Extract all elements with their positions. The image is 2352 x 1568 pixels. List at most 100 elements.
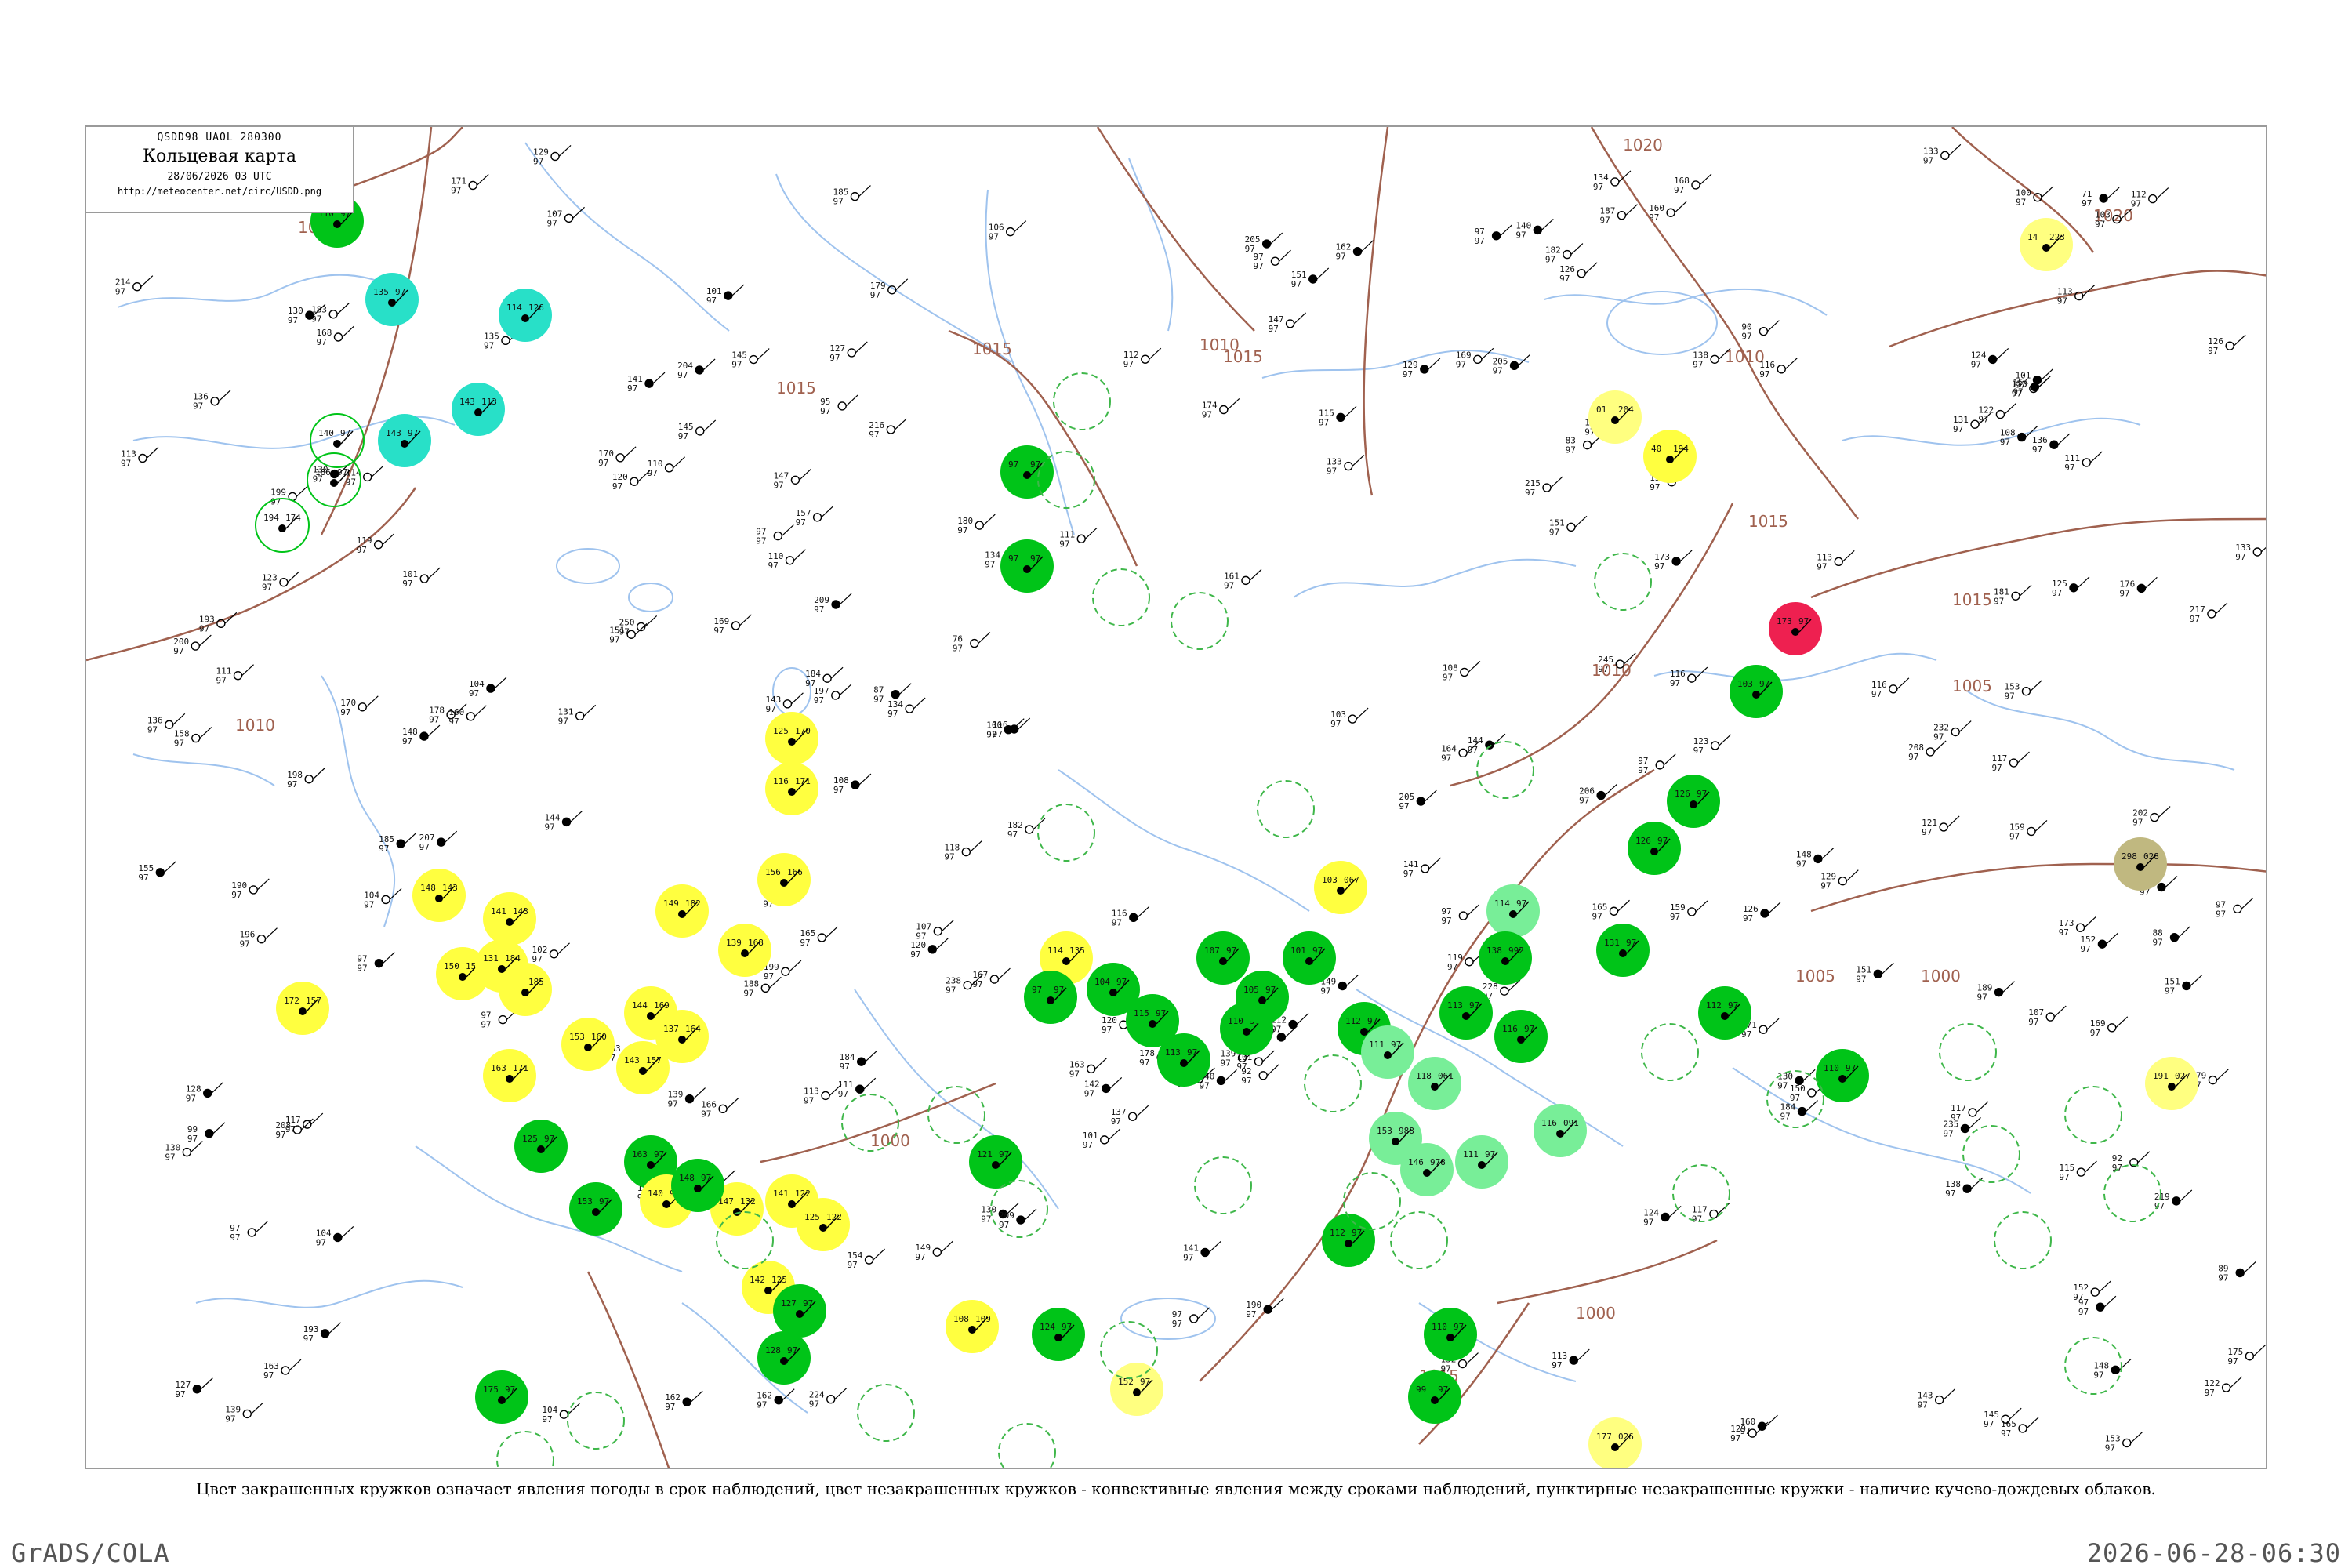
cloud-cover-symbol [615, 453, 625, 463]
station-pressure: 97 [1643, 1217, 1653, 1227]
station-observation: 15197 [2165, 975, 2203, 996]
cloud-cover-symbol [851, 780, 860, 789]
station-pressure: 97 [1790, 1093, 1800, 1103]
cloud-cover-symbol [2233, 904, 2242, 914]
cumulonimbus-ring [998, 1423, 1056, 1468]
station-observation: 11597 [1319, 405, 1357, 427]
station-temperature: 186 [315, 467, 331, 477]
station-temperature: 111 [1369, 1040, 1385, 1050]
cloud-cover-symbol [2009, 758, 2019, 768]
station-temperature: 153 [569, 1032, 585, 1042]
station-pressure: 97 [532, 954, 543, 964]
station-observation: 19097 [1246, 1298, 1284, 1319]
station-observation: 15397 [2004, 680, 2042, 702]
station-temperature: 113 [1447, 1000, 1463, 1011]
station-observation: 12997 [533, 145, 572, 166]
station-observation: 19697 [239, 927, 278, 949]
cloud-cover-symbol [2208, 1075, 2218, 1085]
cloud-cover-symbol [1509, 361, 1519, 371]
station-observation: 18097 [957, 514, 996, 535]
cloud-cover-symbol [1261, 239, 1272, 249]
station-pressure: 97 [2153, 938, 2163, 948]
station-pressure: 97 [848, 1260, 858, 1270]
cloud-cover-symbol [304, 775, 314, 784]
cloud-cover-symbol [2027, 826, 2036, 837]
cloud-cover-symbol [788, 738, 796, 746]
cloud-cover-symbol [333, 332, 343, 342]
wind-barb [2017, 751, 2030, 764]
station-observation: 15297 [2073, 1280, 2111, 1302]
station-pressure: 97 [1330, 719, 1341, 729]
cloud-cover-symbol [1016, 1215, 1025, 1225]
wind-barb [476, 174, 489, 186]
station-pressure: 97 [833, 785, 844, 795]
cloud-cover-symbol [1023, 471, 1031, 479]
station-observation: 14997 [915, 1240, 953, 1262]
isobar-line [1810, 862, 2266, 913]
wind-barb [1361, 240, 1374, 252]
cloud-cover-symbol [1392, 1138, 1399, 1145]
station-pressure: 97 [357, 964, 367, 974]
wind-barb [863, 1077, 877, 1090]
cloud-cover-symbol [1149, 1020, 1156, 1028]
wind-barb [1695, 900, 1708, 913]
station-pressure: 97 [787, 1345, 797, 1356]
station-pressure: 97 [2131, 199, 2141, 209]
station-observation: 11197 [838, 1077, 877, 1099]
isobars-layer: 1010101010151015101010201020101510151010… [86, 127, 2266, 1468]
isobar-line [1497, 1239, 1718, 1305]
cloud-cover-symbol [782, 699, 793, 709]
highlighted-station: 112 97 [1322, 1214, 1375, 1267]
cloud-cover-symbol [1025, 825, 1034, 834]
cloud-cover-symbol [1757, 1421, 1767, 1431]
station-observation: 19997 [764, 960, 802, 982]
wind-barb [558, 145, 572, 157]
highlighted-station: 138 992 [1479, 931, 1532, 985]
station-temperature: 149 [663, 898, 679, 909]
wind-barb [2030, 680, 2042, 692]
wind-barb [858, 773, 872, 786]
highlighted-station: 103 067 [1314, 861, 1367, 914]
cloud-cover-symbol [992, 1161, 1000, 1169]
station-pressure: 97 [2013, 387, 2023, 397]
highlighted-station: 118 061 [1408, 1057, 1461, 1110]
station-pressure: 97 [2000, 437, 2010, 448]
station-pressure: 97 [1777, 1080, 1788, 1091]
wind-barb [2009, 1407, 2022, 1420]
station-pressure: 97 [2093, 1370, 2103, 1380]
wind-barb [693, 1087, 706, 1099]
cloud-cover-symbol [328, 310, 338, 319]
wind-barb [1766, 1414, 1778, 1427]
station-temperature: 110 [1824, 1063, 1839, 1073]
wind-barb [982, 514, 996, 526]
wind-barb [2041, 186, 2054, 198]
highlighted-station: 125 97 [514, 1120, 568, 1173]
station-pressure: 97 [1156, 1008, 1166, 1018]
station-observation: 14797 [1269, 312, 1307, 334]
cloud-cover-symbol [695, 426, 705, 436]
station-pressure: 97 [1319, 417, 1329, 427]
station-observation: 14197 [627, 372, 666, 394]
wind-barb [1249, 568, 1262, 581]
wind-barb [791, 692, 804, 705]
cloud-cover-symbol [1133, 1388, 1141, 1396]
wind-barb [935, 938, 949, 950]
cloud-cover-symbol [855, 1084, 865, 1094]
wind-barb [250, 1402, 263, 1414]
station-temperature: 135 [373, 287, 389, 297]
station-pressure: 97 [814, 695, 824, 706]
highlighted-station: 97 97 [1000, 539, 1054, 593]
highlighted-station: 172 157 [276, 982, 329, 1035]
isobar-line [1590, 127, 1859, 520]
station-observation: 16597 [2001, 1417, 2039, 1439]
cloud-cover-symbol [1127, 1112, 1138, 1121]
wind-barb [2089, 451, 2103, 463]
station-pressure: 97 [1443, 672, 1453, 682]
highlighted-station: 153 97 [569, 1182, 622, 1236]
cloud-cover-symbol [905, 704, 914, 713]
cumulonimbus-ring [857, 1384, 915, 1442]
highlighted-station: 148 143 [412, 869, 466, 922]
station-observation: 13197 [558, 704, 597, 726]
wind-barb [969, 840, 982, 853]
cloud-cover-symbol [831, 600, 840, 609]
